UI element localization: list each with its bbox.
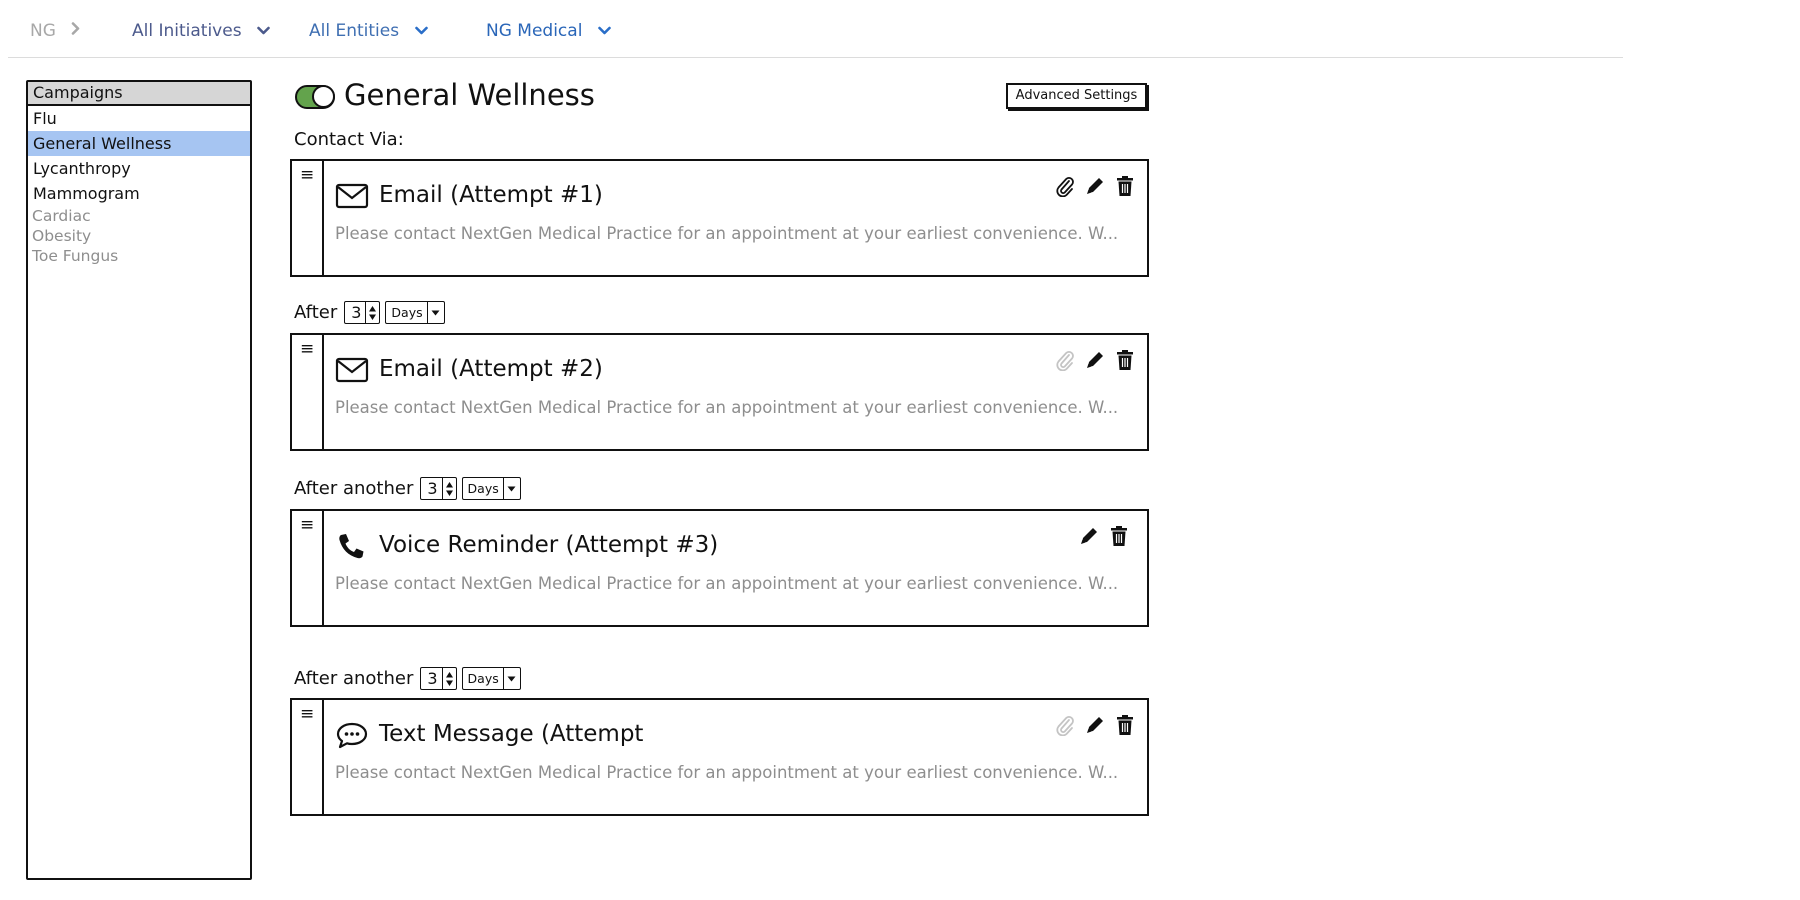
step-title: Email (Attempt #2) bbox=[379, 356, 603, 382]
delay-quantity-stepper[interactable]: 3 bbox=[344, 301, 381, 324]
hamburger-icon: ≡ bbox=[300, 339, 315, 359]
caret-down-icon bbox=[502, 478, 520, 499]
delay-label: After another bbox=[294, 478, 414, 499]
stepper-arrows-icon[interactable] bbox=[441, 478, 456, 499]
paperclip-icon[interactable] bbox=[1053, 173, 1077, 199]
entities-label: All Entities bbox=[309, 21, 400, 41]
delay-label: After another bbox=[294, 668, 414, 689]
delay-row-3: After another 3 Days bbox=[294, 667, 521, 690]
step-message-preview: Please contact NextGen Medical Practice … bbox=[335, 224, 1119, 243]
step-actions bbox=[1053, 347, 1137, 373]
pencil-icon[interactable] bbox=[1083, 173, 1107, 199]
step-title: Text Message (Attempt bbox=[379, 721, 644, 747]
advanced-settings-button[interactable]: Advanced Settings bbox=[1006, 83, 1147, 109]
delay-unit-select[interactable]: Days bbox=[461, 667, 521, 690]
step-message-preview: Please contact NextGen Medical Practice … bbox=[335, 763, 1119, 782]
step-title: Email (Attempt #1) bbox=[379, 182, 603, 208]
delay-unit-select[interactable]: Days bbox=[385, 301, 445, 324]
paperclip-icon[interactable] bbox=[1053, 347, 1077, 373]
initiatives-label: All Initiatives bbox=[132, 21, 242, 41]
step-actions bbox=[1053, 712, 1137, 738]
delay-quantity-value: 3 bbox=[427, 478, 438, 498]
delay-row-1: After 3 Days bbox=[294, 301, 445, 324]
campaign-item-mammogram[interactable]: Mammogram bbox=[28, 181, 250, 206]
caret-down-icon bbox=[426, 302, 444, 323]
initiatives-dropdown[interactable]: All Initiatives bbox=[132, 20, 270, 41]
campaign-item-obesity[interactable]: Obesity bbox=[28, 226, 250, 246]
step-card-email-2[interactable]: ≡ Email (Attempt #2) Please contact Next… bbox=[290, 333, 1149, 451]
caret-down-icon bbox=[502, 668, 520, 689]
breadcrumb-root-label: NG bbox=[30, 21, 56, 41]
pencil-icon[interactable] bbox=[1083, 712, 1107, 738]
page-title: General Wellness bbox=[344, 78, 595, 112]
envelope-icon bbox=[335, 182, 369, 210]
campaigns-header: Campaigns bbox=[28, 82, 250, 106]
delay-unit-select[interactable]: Days bbox=[461, 477, 521, 500]
trash-icon[interactable] bbox=[1113, 173, 1137, 199]
delay-unit-value: Days bbox=[467, 670, 499, 686]
delay-unit-value: Days bbox=[467, 480, 499, 496]
drag-handle[interactable]: ≡ bbox=[292, 161, 324, 275]
step-card-text-4[interactable]: ≡ Text Message (Attempt Please contact N… bbox=[290, 698, 1149, 816]
breadcrumb-bar: NG All Initiatives All Entities NG Medic… bbox=[8, 0, 1623, 58]
step-message-preview: Please contact NextGen Medical Practice … bbox=[335, 574, 1119, 593]
paperclip-icon[interactable] bbox=[1053, 712, 1077, 738]
campaign-item-flu[interactable]: Flu bbox=[28, 106, 250, 131]
pencil-icon[interactable] bbox=[1083, 347, 1107, 373]
envelope-icon bbox=[335, 356, 369, 384]
toggle-knob bbox=[312, 85, 335, 108]
drag-handle[interactable]: ≡ bbox=[292, 335, 324, 449]
step-actions bbox=[1077, 523, 1131, 549]
step-card-email-1[interactable]: ≡ Email (Attempt #1) Please contact Next… bbox=[290, 159, 1149, 277]
hamburger-icon: ≡ bbox=[300, 515, 315, 535]
delay-quantity-stepper[interactable]: 3 bbox=[420, 477, 457, 500]
hamburger-icon: ≡ bbox=[300, 165, 315, 185]
contact-via-label: Contact Via: bbox=[294, 129, 404, 150]
delay-label: After bbox=[294, 302, 338, 323]
step-actions bbox=[1053, 173, 1137, 199]
hamburger-icon: ≡ bbox=[300, 704, 315, 724]
delay-row-2: After another 3 Days bbox=[294, 477, 521, 500]
breadcrumb-root[interactable]: NG bbox=[30, 20, 80, 41]
stepper-arrows-icon[interactable] bbox=[365, 302, 379, 323]
campaign-item-general-wellness[interactable]: General Wellness bbox=[28, 131, 250, 156]
pencil-icon[interactable] bbox=[1077, 523, 1101, 549]
organization-label: NG Medical bbox=[486, 21, 583, 41]
step-title: Voice Reminder (Attempt #3) bbox=[379, 532, 719, 558]
trash-icon[interactable] bbox=[1113, 712, 1137, 738]
chevron-down-icon bbox=[414, 20, 428, 40]
step-message-preview: Please contact NextGen Medical Practice … bbox=[335, 398, 1119, 417]
speech-bubble-icon bbox=[335, 721, 369, 749]
trash-icon[interactable] bbox=[1113, 347, 1137, 373]
chevron-down-icon bbox=[598, 20, 611, 40]
delay-quantity-stepper[interactable]: 3 bbox=[420, 667, 457, 690]
campaign-enabled-toggle[interactable] bbox=[295, 85, 335, 109]
chevron-right-icon bbox=[71, 20, 80, 40]
delay-quantity-value: 3 bbox=[351, 302, 362, 322]
phone-icon bbox=[335, 532, 369, 560]
campaign-item-toe-fungus[interactable]: Toe Fungus bbox=[28, 246, 250, 266]
drag-handle[interactable]: ≡ bbox=[292, 511, 324, 625]
chevron-down-icon bbox=[257, 20, 270, 40]
step-card-voice-3[interactable]: ≡ Voice Reminder (Attempt #3) Please con… bbox=[290, 509, 1149, 627]
drag-handle[interactable]: ≡ bbox=[292, 700, 324, 814]
campaigns-list: Campaigns Flu General Wellness Lycanthro… bbox=[26, 80, 252, 880]
delay-quantity-value: 3 bbox=[427, 668, 438, 688]
campaign-item-lycanthropy[interactable]: Lycanthropy bbox=[28, 156, 250, 181]
entities-dropdown[interactable]: All Entities bbox=[309, 20, 428, 41]
trash-icon[interactable] bbox=[1107, 523, 1131, 549]
stepper-arrows-icon[interactable] bbox=[441, 668, 456, 689]
delay-unit-value: Days bbox=[391, 304, 423, 320]
campaign-item-cardiac[interactable]: Cardiac bbox=[28, 206, 250, 226]
organization-dropdown[interactable]: NG Medical bbox=[486, 20, 611, 41]
